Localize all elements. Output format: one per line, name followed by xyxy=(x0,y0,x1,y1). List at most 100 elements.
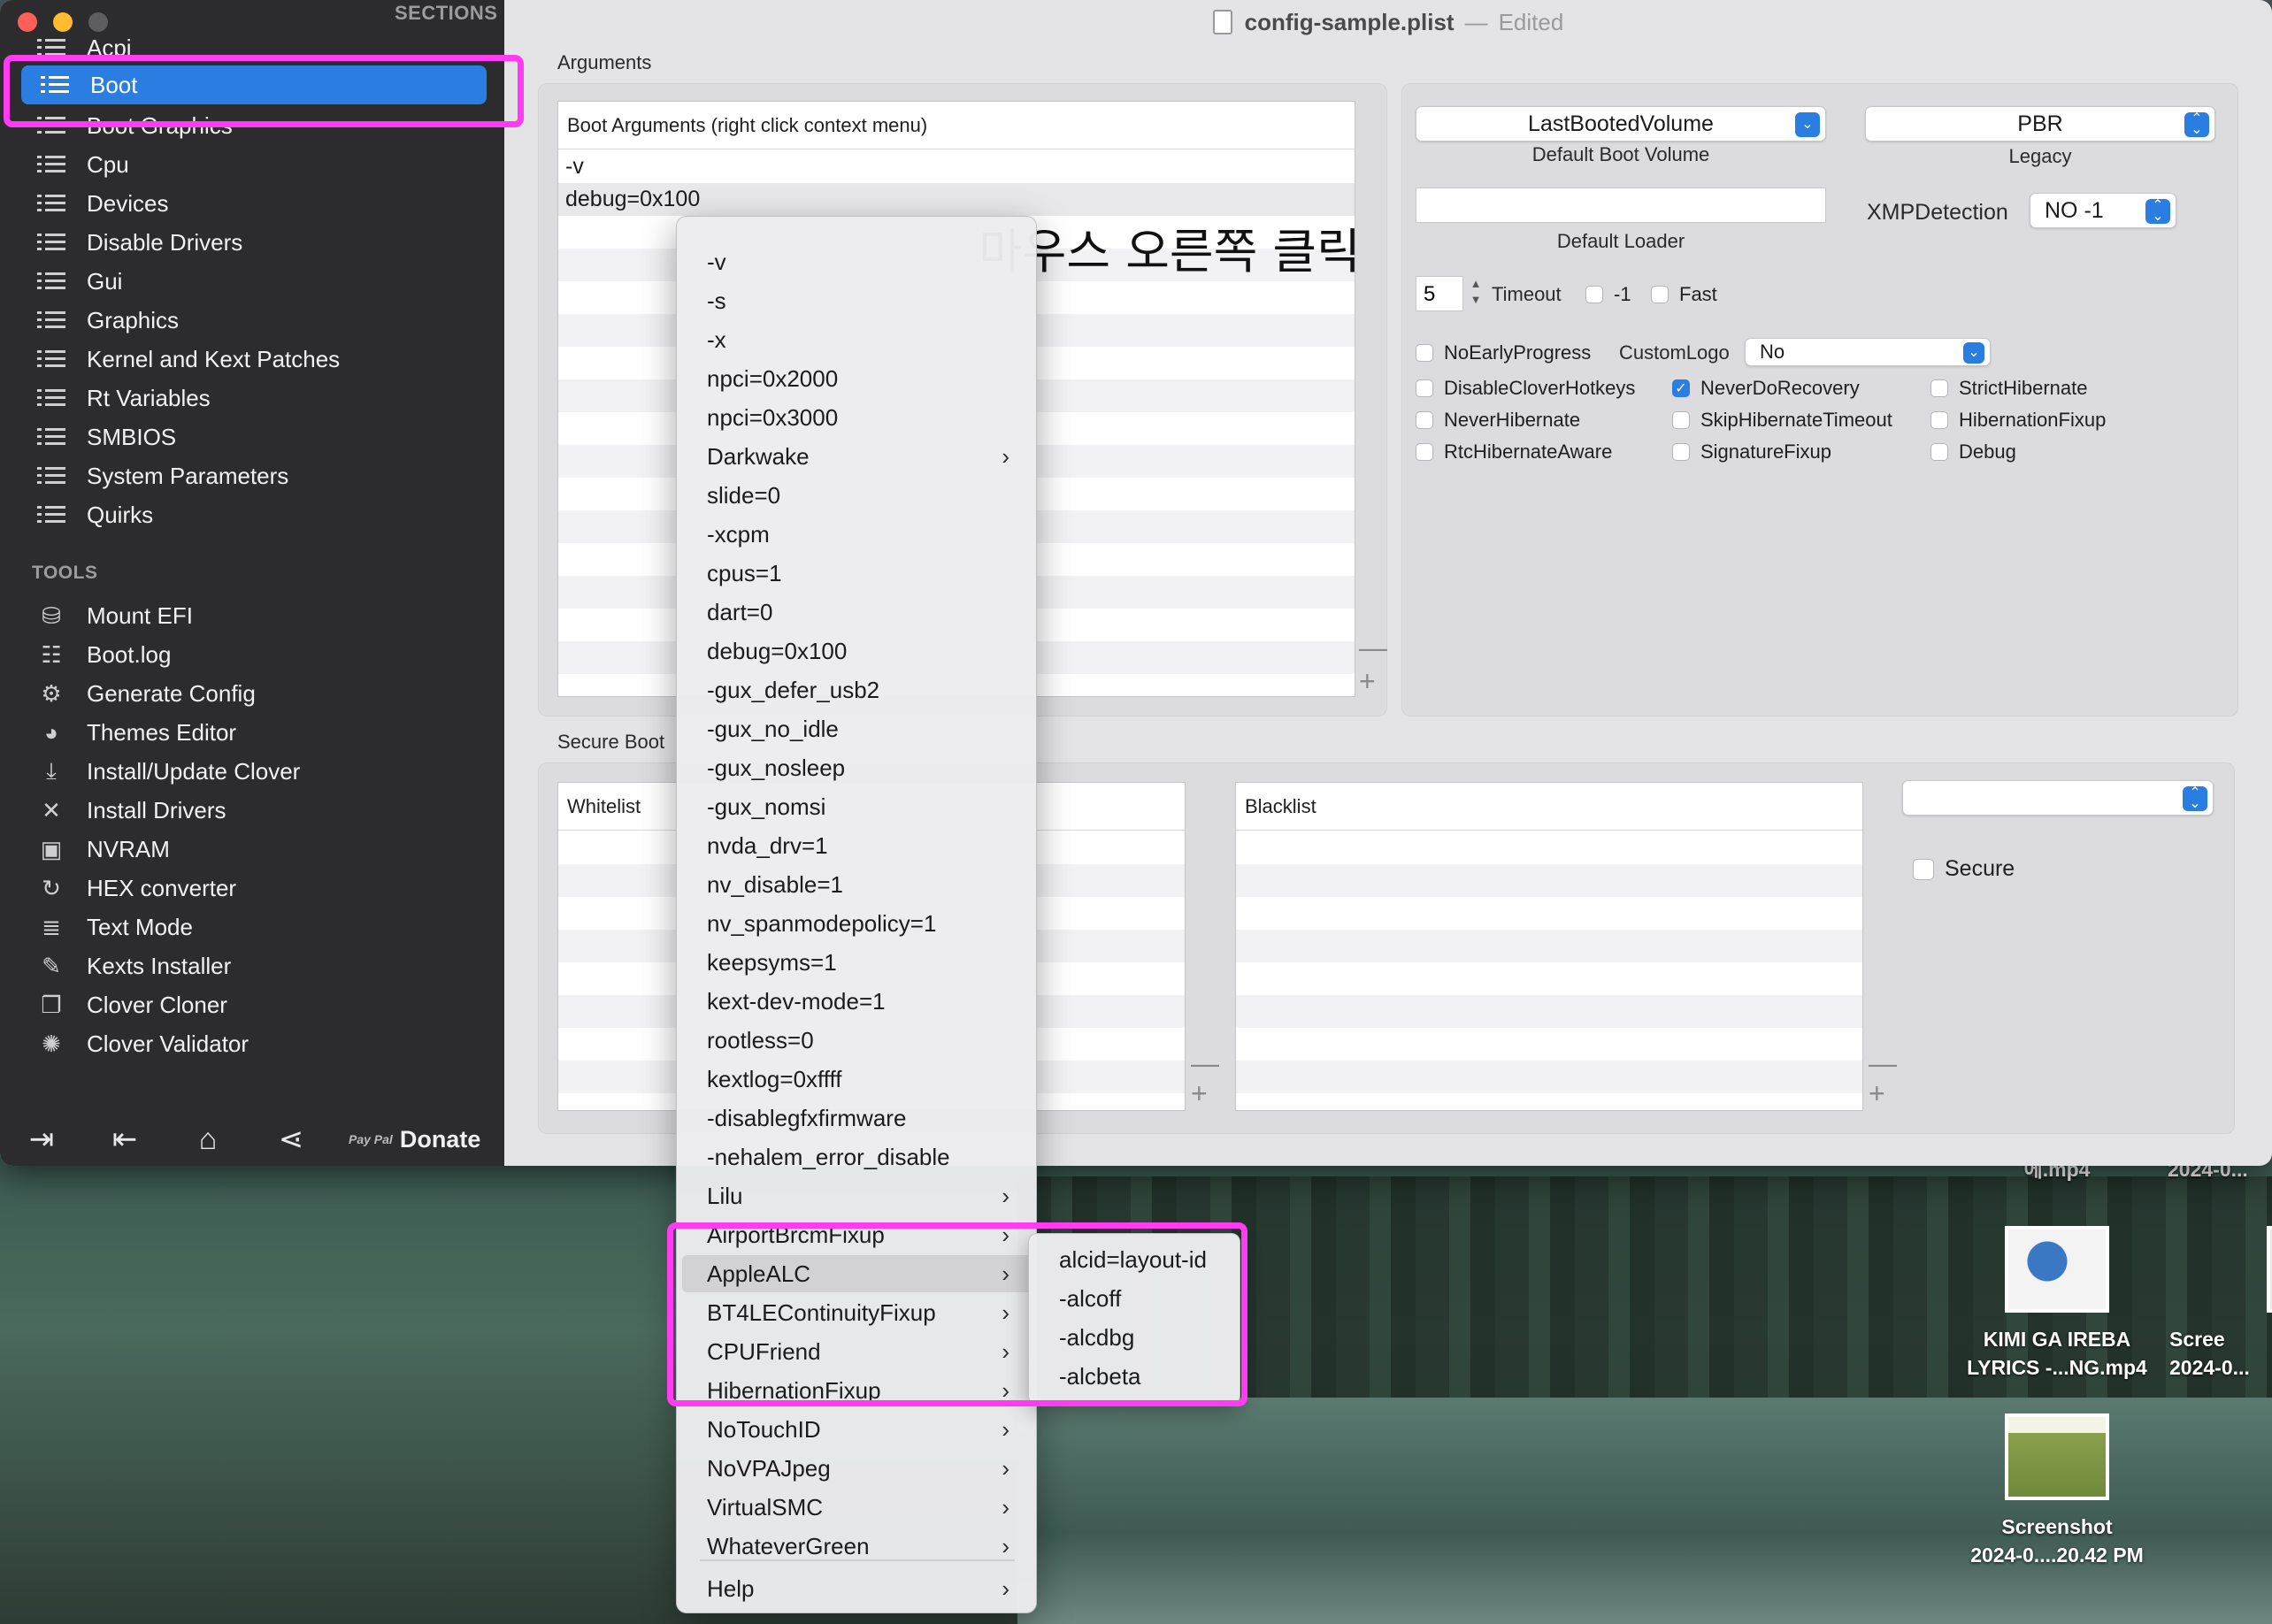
sidebar-item-smbios[interactable]: SMBIOS xyxy=(18,417,487,456)
menu-item-x[interactable]: -x xyxy=(682,321,1032,358)
default-loader-field[interactable] xyxy=(1416,188,1826,223)
secure-checkbox[interactable]: Secure xyxy=(1913,856,2015,882)
desktop-file-screenshot-partial[interactable]: Scree 2024-0... xyxy=(2150,1226,2272,1382)
menu-item-dart-0[interactable]: dart=0 xyxy=(682,594,1032,631)
tool-item-clover-cloner[interactable]: ❐ Clover Cloner xyxy=(18,985,487,1024)
sidebar-item-cpu[interactable]: Cpu xyxy=(18,145,487,184)
submenu-item-alcoff[interactable]: -alcoff xyxy=(1034,1280,1236,1317)
xmp-detection-select[interactable]: NO -1 ⌃ ⌄ xyxy=(2030,193,2176,228)
menu-item-keepsyms-1[interactable]: keepsyms=1 xyxy=(682,944,1032,981)
minus-one-checkbox[interactable]: -1 xyxy=(1585,283,1631,306)
share-icon[interactable]: ⋖ xyxy=(249,1113,333,1166)
custom-logo-select[interactable]: No ⌄ xyxy=(1745,338,1991,366)
tool-item-install-update-clover[interactable]: ⤓ Install/Update Clover xyxy=(18,752,487,791)
blacklist-add-button[interactable]: + xyxy=(1869,1077,1885,1110)
sidebar-item-gui[interactable]: Gui xyxy=(18,262,487,301)
sidebar-item-devices[interactable]: Devices xyxy=(18,184,487,223)
whitelist-remove-button[interactable]: — xyxy=(1191,1047,1219,1080)
menu-item-lilu[interactable]: Lilu › xyxy=(682,1177,1032,1214)
table-row[interactable]: -v xyxy=(558,150,1355,183)
menu-item-slide-0[interactable]: slide=0 xyxy=(682,477,1032,514)
menu-item-gux-nosleep[interactable]: -gux_nosleep xyxy=(682,749,1032,786)
tool-item-nvram[interactable]: ▣ NVRAM xyxy=(18,830,487,869)
sidebar-item-disable-drivers[interactable]: Disable Drivers xyxy=(18,223,487,262)
minimize-window-button[interactable] xyxy=(53,12,73,32)
signature-fixup-checkbox[interactable]: SignatureFixup xyxy=(1672,440,1831,463)
export-icon[interactable]: ⇤ xyxy=(83,1113,166,1166)
timeout-field[interactable]: 5 xyxy=(1416,276,1463,311)
tool-item-mount-efi[interactable]: ⛁ Mount EFI xyxy=(18,596,487,635)
zoom-window-button[interactable] xyxy=(88,12,108,32)
disable-clover-hotkeys-checkbox[interactable]: DisableCloverHotkeys xyxy=(1416,377,1635,400)
menu-item-gux-nomsi[interactable]: -gux_nomsi xyxy=(682,788,1032,825)
sidebar-item-quirks[interactable]: Quirks xyxy=(18,495,487,534)
menu-item-xcpm[interactable]: -xcpm xyxy=(682,516,1032,553)
menu-item-gux-defer-usb2[interactable]: -gux_defer_usb2 xyxy=(682,671,1032,709)
secure-boot-policy-select[interactable]: ⌃ ⌄ xyxy=(1902,780,2214,816)
menu-item-npci-0x3000[interactable]: npci=0x3000 xyxy=(682,399,1032,436)
sidebar-item-graphics[interactable]: Graphics xyxy=(18,301,487,340)
menu-item-help[interactable]: Help › xyxy=(682,1570,1032,1607)
tool-item-install-drivers[interactable]: ✕ Install Drivers xyxy=(18,791,487,830)
table-row[interactable]: debug=0x100 xyxy=(558,183,1355,216)
sidebar-item-acpi[interactable]: Acpi xyxy=(18,30,487,65)
menu-item-cpufriend[interactable]: CPUFriend › xyxy=(682,1333,1032,1370)
submenu-item-alcdbg[interactable]: -alcdbg xyxy=(1034,1319,1236,1356)
menu-item-nvda-drv-1[interactable]: nvda_drv=1 xyxy=(682,827,1032,864)
sidebar-item-boot[interactable]: Boot xyxy=(21,65,487,104)
menu-item-novpajpeg[interactable]: NoVPAJpeg › xyxy=(682,1450,1032,1487)
timeout-stepper[interactable]: ▲ ▼ xyxy=(1467,276,1485,311)
tool-item-boot-log[interactable]: ☷ Boot.log xyxy=(18,635,487,674)
menu-item-rootless-0[interactable]: rootless=0 xyxy=(682,1022,1032,1059)
default-boot-volume-select[interactable]: LastBootedVolume ⌄ xyxy=(1416,106,1826,142)
menu-item-kextlog-0xffff[interactable]: kextlog=0xffff xyxy=(682,1061,1032,1098)
rtc-hibernate-aware-checkbox[interactable]: RtcHibernateAware xyxy=(1416,440,1612,463)
add-argument-button[interactable]: + xyxy=(1359,665,1376,698)
import-icon[interactable]: ⇥ xyxy=(0,1113,83,1166)
blacklist-remove-button[interactable]: — xyxy=(1869,1047,1897,1080)
blacklist-table[interactable]: Blacklist xyxy=(1235,782,1863,1111)
close-window-button[interactable] xyxy=(18,12,37,32)
menu-item-applealc[interactable]: AppleALC › xyxy=(682,1255,1032,1292)
sidebar-item-boot-graphics[interactable]: Boot Graphics xyxy=(18,106,487,145)
menu-item-notouchid[interactable]: NoTouchID › xyxy=(682,1411,1032,1448)
legacy-select[interactable]: PBR ⌃ ⌄ xyxy=(1865,106,2215,142)
never-hibernate-checkbox[interactable]: NeverHibernate xyxy=(1416,409,1580,432)
never-do-recovery-checkbox[interactable]: ✓ NeverDoRecovery xyxy=(1672,377,1860,400)
menu-item-kext-dev-mode-1[interactable]: kext-dev-mode=1 xyxy=(682,983,1032,1020)
no-early-progress-checkbox[interactable]: NoEarlyProgress xyxy=(1416,341,1591,364)
tool-item-generate-config[interactable]: ⚙ Generate Config xyxy=(18,674,487,713)
menu-item-v[interactable]: -v xyxy=(682,243,1032,280)
menu-item-bt4lecontinuityfixup[interactable]: BT4LEContinuityFixup › xyxy=(682,1294,1032,1331)
tool-item-text-mode[interactable]: ≣ Text Mode xyxy=(18,908,487,946)
fast-checkbox[interactable]: Fast xyxy=(1651,283,1717,306)
whitelist-add-button[interactable]: + xyxy=(1191,1077,1208,1110)
menu-item-debug-0x100[interactable]: debug=0x100 xyxy=(682,632,1032,670)
desktop-file-screenshot[interactable]: Screenshot 2024-0....20.42 PM xyxy=(1946,1413,2168,1569)
tool-item-themes-editor[interactable]: ◕ Themes Editor xyxy=(18,713,487,752)
strict-hibernate-checkbox[interactable]: StrictHibernate xyxy=(1930,377,2088,400)
sidebar-item-kernel-and-kext-patches[interactable]: Kernel and Kext Patches xyxy=(18,340,487,379)
menu-item-gux-no-idle[interactable]: -gux_no_idle xyxy=(682,710,1032,747)
remove-argument-button[interactable]: — xyxy=(1359,632,1387,664)
desktop-file-kimi-ga-ireba[interactable]: KIMI GA IREBA LYRICS -...NG.mp4 xyxy=(1946,1226,2168,1382)
donate-button[interactable]: Pay Pal Donate xyxy=(349,1126,480,1153)
hibernation-fixup-checkbox[interactable]: HibernationFixup xyxy=(1930,409,2106,432)
tool-item-hex-converter[interactable]: ↻ HEX converter xyxy=(18,869,487,908)
menu-item-nehalem-error-disable[interactable]: -nehalem_error_disable xyxy=(682,1138,1032,1176)
menu-item-nv-disable-1[interactable]: nv_disable=1 xyxy=(682,866,1032,903)
menu-item-s[interactable]: -s xyxy=(682,282,1032,319)
menu-item-hibernationfixup[interactable]: HibernationFixup › xyxy=(682,1372,1032,1409)
submenu-item-alcid-layout-id[interactable]: alcid=layout-id xyxy=(1034,1241,1236,1278)
menu-item-nv-spanmodepolicy-1[interactable]: nv_spanmodepolicy=1 xyxy=(682,905,1032,942)
skip-hibernate-timeout-checkbox[interactable]: SkipHibernateTimeout xyxy=(1672,409,1892,432)
menu-item-virtualsmc[interactable]: VirtualSMC › xyxy=(682,1489,1032,1526)
menu-item-darkwake[interactable]: Darkwake › xyxy=(682,438,1032,475)
sidebar-item-rt-variables[interactable]: Rt Variables xyxy=(18,379,487,417)
tool-item-clover-validator[interactable]: ✺ Clover Validator xyxy=(18,1024,487,1063)
menu-item-airportbrcmfixup[interactable]: AirportBrcmFixup › xyxy=(682,1216,1032,1253)
sidebar-item-system-parameters[interactable]: System Parameters xyxy=(18,456,487,495)
menu-item-npci-0x2000[interactable]: npci=0x2000 xyxy=(682,360,1032,397)
home-icon[interactable]: ⌂ xyxy=(166,1113,249,1166)
menu-item-disablegfxfirmware[interactable]: -disablegfxfirmware xyxy=(682,1099,1032,1137)
